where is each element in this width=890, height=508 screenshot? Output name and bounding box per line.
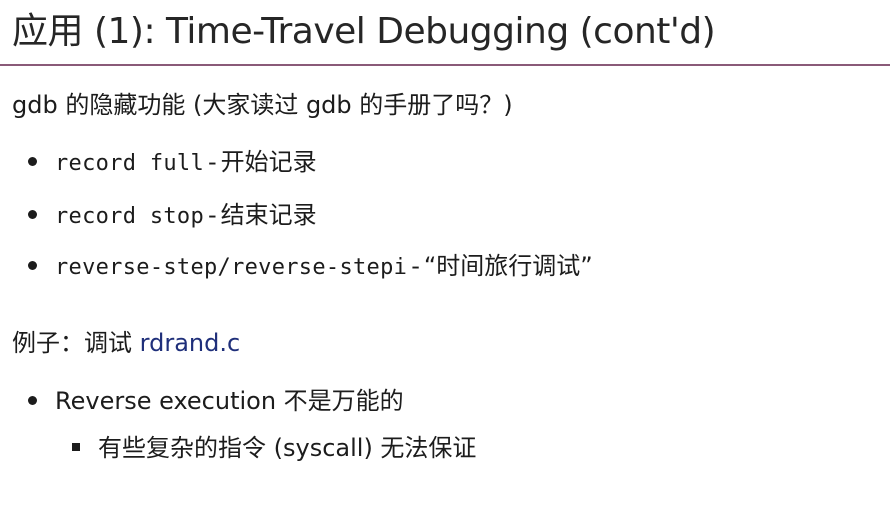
bullet-dot-icon bbox=[28, 156, 37, 166]
command-description: “时间旅行调试” bbox=[423, 252, 593, 280]
command-separator: - bbox=[411, 252, 420, 280]
note-subitem-text: 有些复杂的指令 (syscall) 无法保证 bbox=[98, 434, 477, 462]
note-item: Reverse execution 不是万能的 bbox=[28, 384, 404, 418]
command-item-reverse-step: reverse-step/reverse-stepi - “时间旅行调试” bbox=[28, 249, 593, 285]
command-code: record stop bbox=[55, 204, 204, 229]
bullet-dot-icon bbox=[28, 260, 37, 270]
bullet-dot-icon bbox=[28, 395, 37, 405]
intro-text: gdb 的隐藏功能 (大家读过 gdb 的手册了吗？) bbox=[12, 91, 513, 119]
bullet-square-icon bbox=[72, 443, 80, 451]
slide: 应用 (1): Time-Travel Debugging (cont'd) g… bbox=[0, 0, 890, 508]
command-description: 开始记录 bbox=[220, 148, 317, 176]
note-subitem: 有些复杂的指令 (syscall) 无法保证 bbox=[72, 431, 476, 465]
title-bar: 应用 (1): Time-Travel Debugging (cont'd) bbox=[0, 0, 890, 66]
note-text: Reverse execution 不是万能的 bbox=[55, 387, 404, 415]
bullet-dot-icon bbox=[28, 209, 37, 219]
example-link[interactable]: rdrand.c bbox=[140, 329, 241, 357]
example-line: 例子：调试 rdrand.c bbox=[12, 326, 240, 360]
command-description: 结束记录 bbox=[220, 201, 317, 229]
slide-title: 应用 (1): Time-Travel Debugging (cont'd) bbox=[12, 11, 716, 52]
command-separator: - bbox=[208, 148, 217, 176]
command-code: record full bbox=[55, 151, 204, 176]
example-prefix: 例子：调试 bbox=[12, 329, 140, 357]
command-item-record-stop: record stop - 结束记录 bbox=[28, 198, 317, 234]
command-code: reverse-step/reverse-stepi bbox=[55, 255, 408, 280]
command-item-record-full: record full - 开始记录 bbox=[28, 145, 317, 181]
command-separator: - bbox=[208, 201, 217, 229]
